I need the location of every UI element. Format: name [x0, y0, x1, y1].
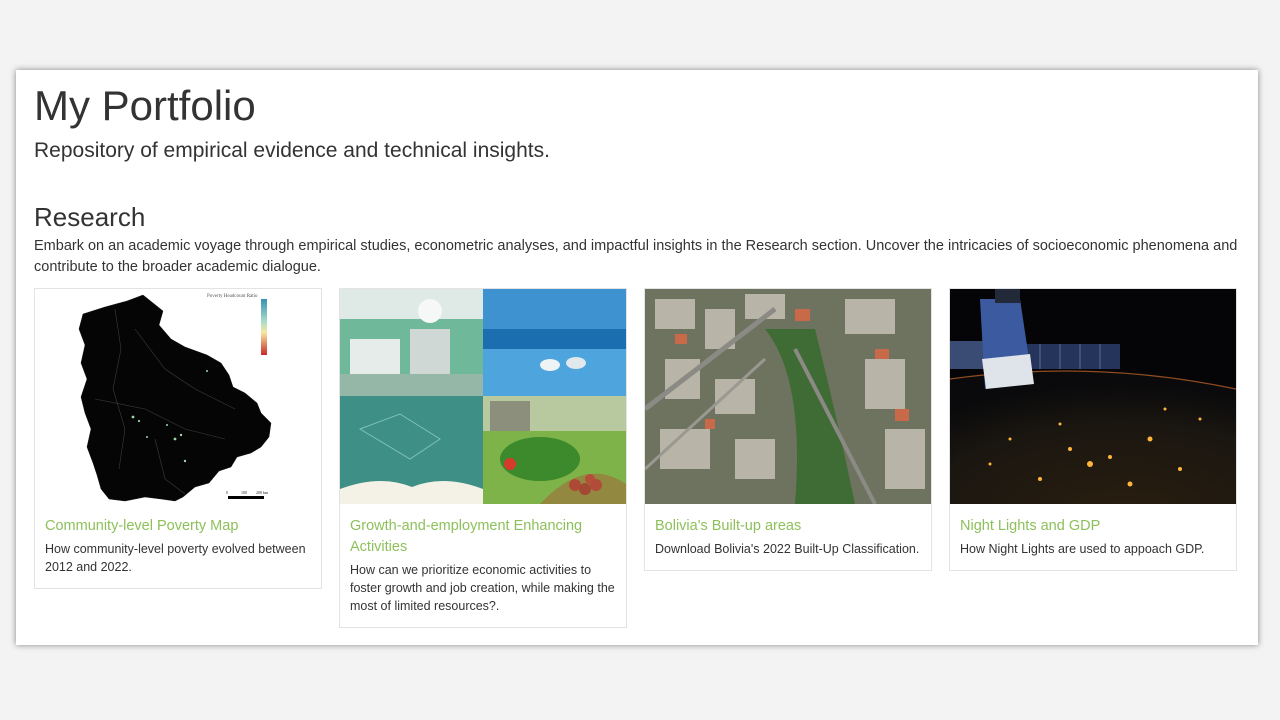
card-title-built-up-areas[interactable]: Bolivia's Built-up areas	[655, 516, 921, 537]
card-growth-employment[interactable]: Growth-and-employment Enhancing Activiti…	[339, 288, 627, 628]
card-title-growth-employment[interactable]: Growth-and-employment Enhancing Activiti…	[350, 516, 616, 558]
card-text-growth-employment: How can we prioritize economic activitie…	[350, 563, 615, 613]
collage-image[interactable]	[340, 289, 626, 504]
card-built-up-areas[interactable]: Bolivia's Built-up areas Download Bolivi…	[644, 288, 932, 571]
page-title: My Portfolio	[34, 82, 256, 129]
card-text-poverty-map: How community-level poverty evolved betw…	[45, 542, 306, 574]
vegetables-image	[483, 396, 626, 504]
scale-label-100: 100	[241, 490, 247, 495]
map-color-legend	[261, 299, 267, 355]
card-title-night-lights-gdp[interactable]: Night Lights and GDP	[960, 516, 1226, 537]
research-description: Embark on an academic voyage through emp…	[34, 238, 1238, 275]
card-title-poverty-map[interactable]: Community-level Poverty Map	[45, 516, 311, 537]
map-scale-bar	[228, 496, 264, 499]
research-heading: Research	[34, 202, 146, 232]
scale-label-200: 200 km	[256, 490, 269, 495]
aerial-city-image[interactable]	[645, 289, 931, 504]
card-text-night-lights-gdp: How Night Lights are used to appoach GDP…	[960, 542, 1205, 556]
book-image	[340, 396, 483, 504]
sea-image	[483, 289, 626, 396]
card-night-lights-gdp[interactable]: Night Lights and GDP How Night Lights ar…	[949, 288, 1237, 571]
card-poverty-map[interactable]: Poverty Headcount Ratio 0 100 200 km Com…	[34, 288, 322, 589]
card-text-built-up-areas: Download Bolivia's 2022 Built-Up Classif…	[655, 542, 920, 556]
scale-label-0: 0	[226, 490, 228, 495]
page-subtitle: Repository of empirical evidence and tec…	[34, 139, 550, 162]
hospital-image	[340, 289, 483, 396]
bolivia-poverty-map-image[interactable]: Poverty Headcount Ratio 0 100 200 km	[35, 289, 321, 504]
portfolio-page: My Portfolio Repository of empirical evi…	[16, 70, 1258, 645]
map-legend-title: Poverty Headcount Ratio	[207, 294, 258, 299]
bolivia-map-shape	[78, 294, 272, 502]
night-earth-image[interactable]	[950, 289, 1236, 504]
